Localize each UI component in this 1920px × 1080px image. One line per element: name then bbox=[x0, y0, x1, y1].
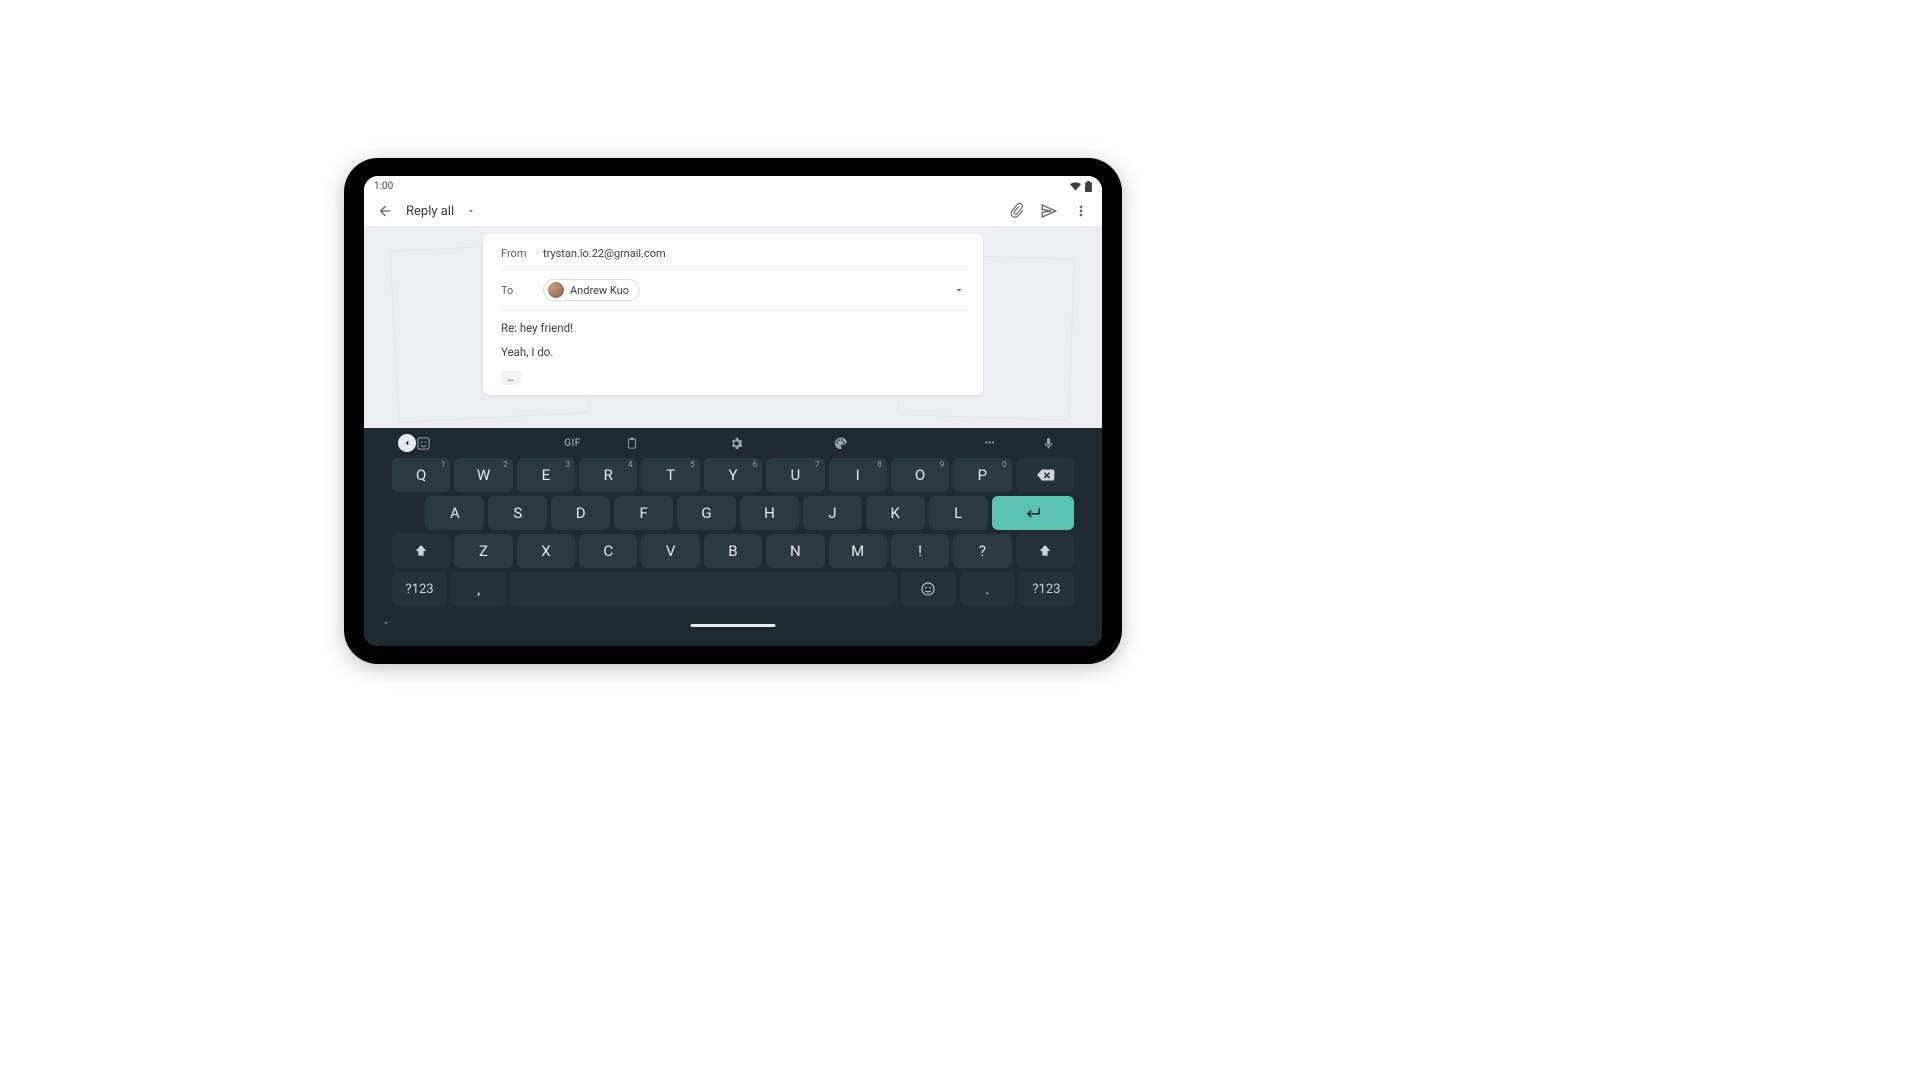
key-c[interactable]: C bbox=[579, 534, 637, 568]
key-enter[interactable] bbox=[992, 496, 1074, 530]
keyboard-row-4: ?123 , . ?123 bbox=[392, 572, 1074, 606]
key-emoji[interactable] bbox=[901, 572, 956, 606]
key-v[interactable]: V bbox=[641, 534, 699, 568]
gesture-handle[interactable] bbox=[691, 624, 776, 627]
keyboard-back-icon[interactable] bbox=[398, 434, 416, 452]
onscreen-keyboard: GIF ••• Q1W2E3R4T5Y6U7I8O9P0 ASDFGHJKL bbox=[364, 428, 1102, 646]
key-m[interactable]: M bbox=[829, 534, 887, 568]
key-shift[interactable] bbox=[392, 534, 450, 568]
gif-button[interactable]: GIF bbox=[520, 438, 624, 449]
status-time: 1:00 bbox=[374, 181, 393, 192]
wifi-icon bbox=[1070, 182, 1081, 191]
key-x[interactable]: X bbox=[517, 534, 575, 568]
key-a[interactable]: A bbox=[425, 496, 484, 530]
from-value: trystan.io.22@gmail.com bbox=[543, 247, 666, 260]
send-icon[interactable] bbox=[1038, 200, 1060, 222]
voice-input-mic-icon[interactable] bbox=[1042, 436, 1102, 451]
key-p[interactable]: P0 bbox=[953, 458, 1011, 492]
keyboard-row-2: ASDFGHJKL bbox=[392, 496, 1074, 530]
compose-card: From trystan.io.22@gmail.com To Andrew K… bbox=[483, 234, 983, 395]
screen: 1:00 Reply all bbox=[364, 176, 1102, 646]
back-arrow-icon[interactable] bbox=[374, 200, 396, 222]
key-n[interactable]: N bbox=[766, 534, 824, 568]
key-space[interactable] bbox=[510, 572, 896, 606]
key-i[interactable]: I8 bbox=[829, 458, 887, 492]
key-l[interactable]: L bbox=[929, 496, 988, 530]
key-h[interactable]: H bbox=[740, 496, 799, 530]
key-numswitch-right[interactable]: ?123 bbox=[1019, 572, 1074, 606]
system-nav-bar bbox=[364, 612, 1102, 634]
thread-collapse-indicator[interactable]: … bbox=[501, 371, 521, 385]
keyboard-toolbar: GIF ••• bbox=[364, 428, 1102, 458]
keyboard-collapse-icon[interactable] bbox=[380, 618, 392, 628]
key-t[interactable]: T5 bbox=[641, 458, 699, 492]
key-period[interactable]: . bbox=[960, 572, 1015, 606]
settings-gear-icon[interactable] bbox=[729, 436, 833, 451]
key-u[interactable]: U7 bbox=[766, 458, 824, 492]
key-s[interactable]: S bbox=[488, 496, 547, 530]
status-bar: 1:00 bbox=[364, 176, 1102, 196]
recipient-name: Andrew Kuo bbox=[570, 284, 629, 297]
key-d[interactable]: D bbox=[551, 496, 610, 530]
app-bar: Reply all bbox=[364, 196, 1102, 226]
key-e[interactable]: E3 bbox=[517, 458, 575, 492]
app-bar-title: Reply all bbox=[406, 204, 454, 219]
key-o[interactable]: O9 bbox=[891, 458, 949, 492]
tablet-frame: 1:00 Reply all bbox=[344, 158, 1122, 664]
key-comma[interactable]: , bbox=[451, 572, 506, 606]
subject-field[interactable]: Re: hey friend! bbox=[501, 317, 965, 335]
sticker-icon[interactable] bbox=[416, 436, 520, 451]
key-z[interactable]: Z bbox=[454, 534, 512, 568]
key-k[interactable]: K bbox=[866, 496, 925, 530]
key-g[interactable]: G bbox=[677, 496, 736, 530]
chevron-down-icon[interactable] bbox=[953, 284, 965, 296]
recipient-chip[interactable]: Andrew Kuo bbox=[543, 279, 640, 301]
key-b[interactable]: B bbox=[704, 534, 762, 568]
avatar bbox=[548, 282, 564, 298]
key-![interactable]: ! bbox=[891, 534, 949, 568]
to-label: To bbox=[501, 284, 529, 297]
attach-icon[interactable] bbox=[1006, 200, 1028, 222]
more-options-icon[interactable]: ••• bbox=[938, 438, 1042, 449]
from-row[interactable]: From trystan.io.22@gmail.com bbox=[501, 244, 965, 263]
to-row[interactable]: To Andrew Kuo bbox=[501, 276, 965, 304]
overflow-menu-icon[interactable] bbox=[1070, 200, 1092, 222]
key-?[interactable]: ? bbox=[953, 534, 1011, 568]
keyboard-row-3: ZXCVBNM!? bbox=[392, 534, 1074, 568]
key-y[interactable]: Y6 bbox=[704, 458, 762, 492]
theme-palette-icon[interactable] bbox=[833, 436, 937, 451]
key-q[interactable]: Q1 bbox=[392, 458, 450, 492]
key-f[interactable]: F bbox=[614, 496, 673, 530]
key-w[interactable]: W2 bbox=[454, 458, 512, 492]
key-numswitch-left[interactable]: ?123 bbox=[392, 572, 447, 606]
battery-icon bbox=[1085, 181, 1092, 192]
key-r[interactable]: R4 bbox=[579, 458, 637, 492]
clipboard-icon[interactable] bbox=[625, 436, 729, 451]
reply-mode-dropdown-icon[interactable] bbox=[464, 200, 478, 222]
key-j[interactable]: J bbox=[803, 496, 862, 530]
body-field[interactable]: Yeah, I do. bbox=[501, 341, 965, 359]
key-shift[interactable] bbox=[1016, 534, 1074, 568]
keyboard-row-1: Q1W2E3R4T5Y6U7I8O9P0 bbox=[392, 458, 1074, 492]
key-backspace[interactable] bbox=[1016, 458, 1074, 492]
compose-background: From trystan.io.22@gmail.com To Andrew K… bbox=[364, 226, 1102, 428]
from-label: From bbox=[501, 247, 529, 260]
